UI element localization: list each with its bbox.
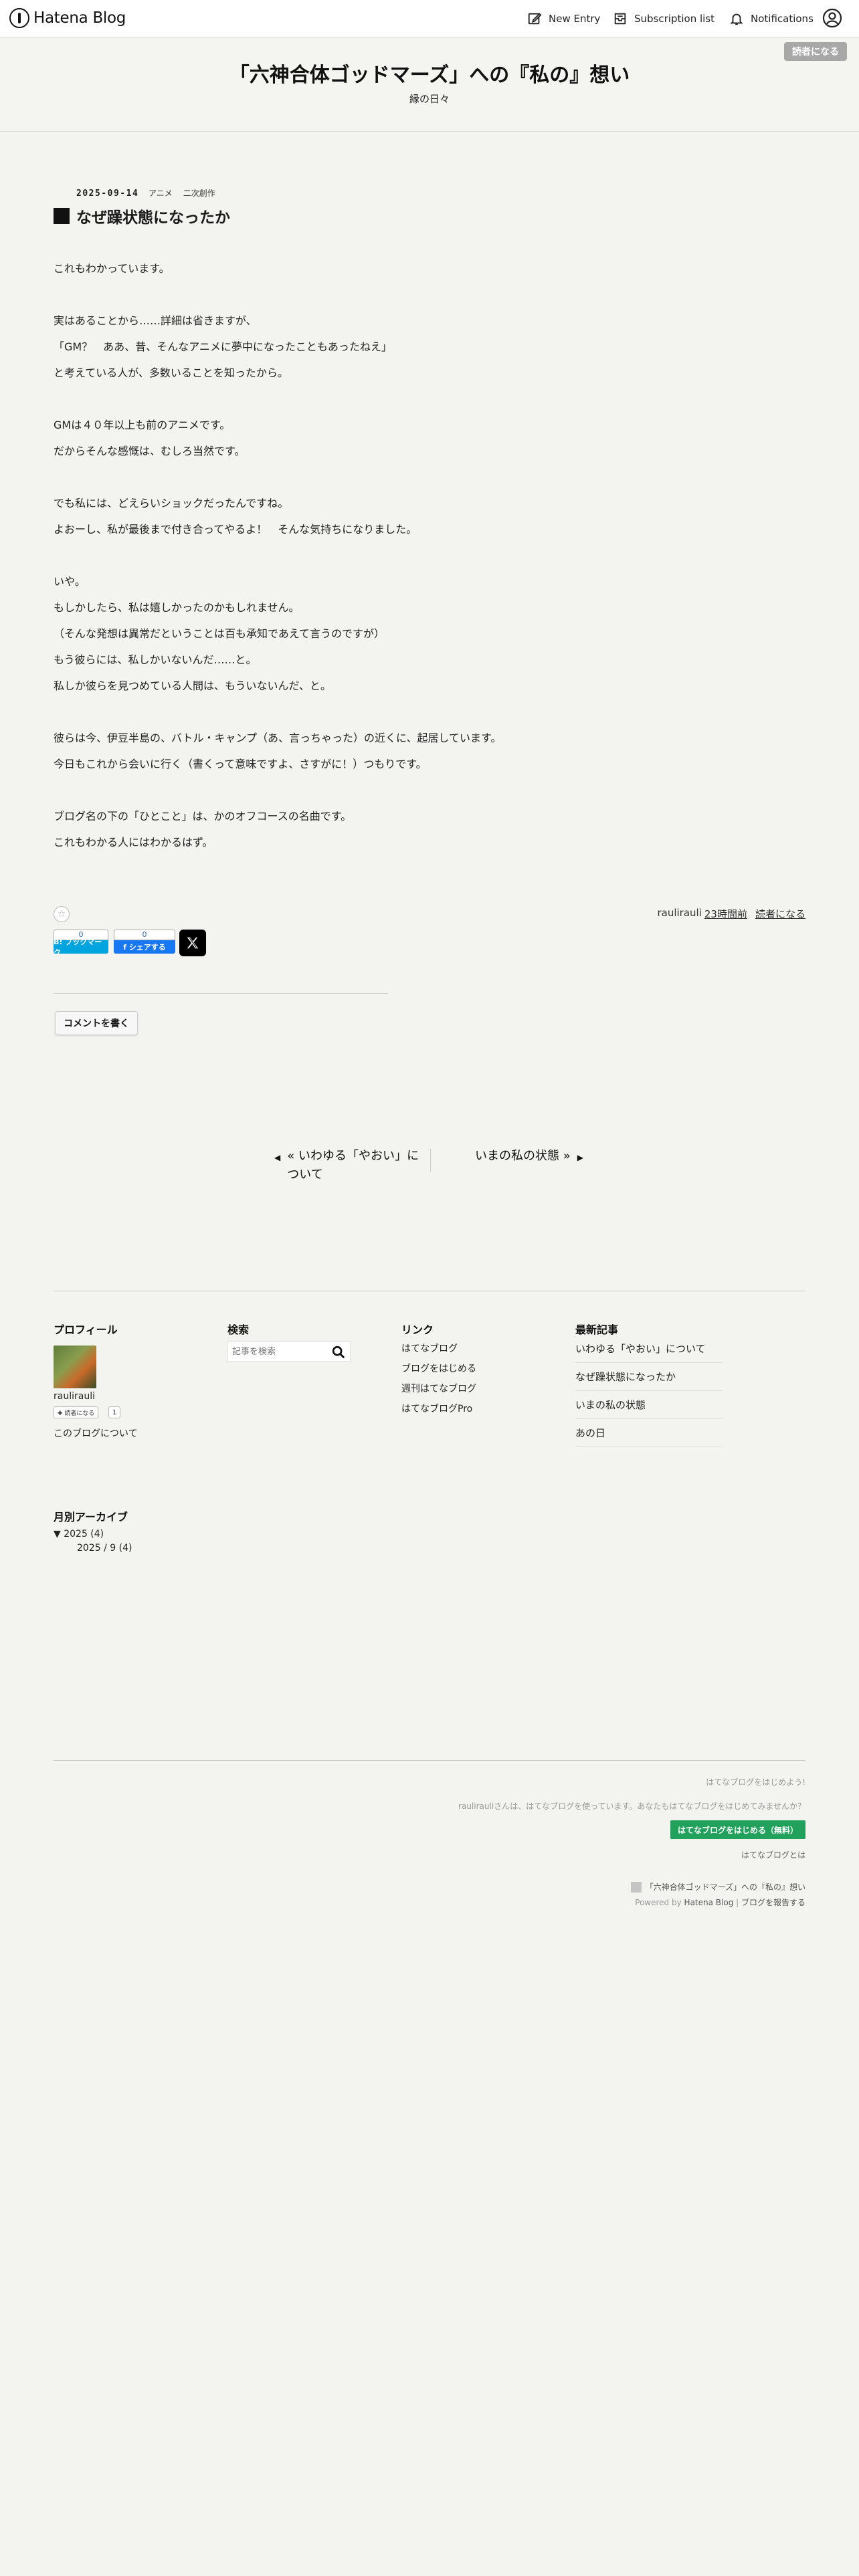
powered-by: Powered by Hatena Blog | ブログを報告する bbox=[635, 1898, 805, 1907]
sidebar-link-hatena-blog[interactable]: はてなブログ bbox=[401, 1341, 458, 1355]
entry-paragraph-line: GMは４０年以上も前のアニメです。 bbox=[54, 419, 231, 431]
entry-paragraph-line: 彼らは今、伊豆半島の、バトル・キャンプ（あ、言っちゃった）の近くに、起居していま… bbox=[54, 732, 502, 744]
sidebar-link-weekly[interactable]: 週刊はてなブログ bbox=[401, 1382, 476, 1395]
start-blog-button[interactable]: はてなブログをはじめる（無料） bbox=[670, 1820, 805, 1839]
archive-year-toggle[interactable]: ▼ 2025 (4) bbox=[54, 1529, 104, 1539]
blog-header: 読者になる 「六神合体ゴッドマーズ」への『私の』想い 縁の日々 bbox=[0, 38, 859, 132]
user-avatar-icon[interactable] bbox=[822, 8, 842, 28]
entry-paragraph-line: 私しか彼らを見つめている人間は、もういないんだ、と。 bbox=[54, 679, 332, 692]
new-entry-label: New Entry bbox=[549, 13, 601, 25]
x-share-button[interactable] bbox=[179, 930, 206, 956]
entry-paragraph-line: ブログ名の下の「ひとこと」は、かのオフコースの名曲です。 bbox=[54, 810, 352, 823]
author-name[interactable]: raulirauli bbox=[657, 907, 701, 921]
footer-divider bbox=[54, 1760, 805, 1761]
hatena-logo-icon bbox=[9, 8, 29, 28]
recent-entry-link[interactable]: あの日 bbox=[575, 1426, 723, 1447]
x-logo-icon bbox=[187, 937, 199, 949]
entry-paragraph-line: と考えている人が、多数いることを知ったから。 bbox=[54, 366, 288, 379]
bell-icon bbox=[730, 13, 743, 25]
entry-paragraph-line: これもわかる人にはわかるはず。 bbox=[54, 836, 213, 849]
pager-separator bbox=[430, 1149, 431, 1172]
comment-divider bbox=[54, 993, 388, 994]
recent-module-title: 最新記事 bbox=[575, 1323, 619, 1336]
entry-categories: アニメ 二次創作 bbox=[149, 187, 215, 199]
add-star-button[interactable]: ☆ bbox=[54, 906, 70, 922]
entry-paragraph-line: 今日もこれから会いに行く（書くって意味ですよ、さすがに！）つもりです。 bbox=[54, 758, 427, 770]
entry-title-text: なぜ躁状態になったか bbox=[76, 209, 230, 227]
blog-title[interactable]: 「六神合体ゴッドマーズ」への『私の』想い bbox=[0, 58, 859, 88]
entry-author-line: raulirauli 23時間前 読者になる bbox=[657, 907, 805, 921]
entry-paragraph-line: （そんな発想は異常だということは百も承知であえて言うのですが） bbox=[54, 627, 385, 640]
hatena-blog-logo[interactable]: Hatena Blog bbox=[9, 8, 126, 28]
search-icon[interactable] bbox=[331, 1345, 346, 1360]
recent-entry-link[interactable]: いわゆる「やおい」について bbox=[575, 1341, 723, 1363]
profile-follow-button[interactable]: ✚ 読者になる bbox=[54, 1406, 99, 1418]
sidebar-link-pro[interactable]: はてなブログPro bbox=[401, 1402, 472, 1415]
recent-entry-link[interactable]: なぜ躁状態になったか bbox=[575, 1370, 723, 1391]
category-link[interactable]: アニメ bbox=[149, 187, 173, 199]
subscribe-link[interactable]: 読者になる bbox=[755, 907, 805, 921]
top-navbar: Hatena Blog New Entry Subscription list … bbox=[0, 0, 859, 37]
triangle-right-icon: ▶ bbox=[577, 1153, 583, 1162]
sidebar-link-start-blog[interactable]: ブログをはじめる bbox=[401, 1362, 476, 1375]
entry-paragraph-line: もう彼らには、私しかいないんだ……と。 bbox=[54, 653, 257, 666]
entry-date[interactable]: 2025-09-14 bbox=[76, 189, 138, 199]
footer-blog-title: 「六神合体ゴッドマーズ」への『私の』想い bbox=[645, 1883, 805, 1892]
entry-paragraph-line: これもわかっています。 bbox=[54, 262, 170, 275]
facebook-share-button[interactable]: 0 f シェアする bbox=[114, 930, 175, 956]
profile-module-title: プロフィール bbox=[54, 1323, 118, 1336]
subscription-list-label: Subscription list bbox=[634, 13, 714, 25]
about-blog-link[interactable]: このブログについて bbox=[54, 1426, 138, 1440]
pager-next-label: いまの私の状態 » bbox=[475, 1149, 571, 1163]
search-input[interactable] bbox=[228, 1342, 328, 1361]
entry-paragraph-line: だからそんな感慨は、むしろ当然です。 bbox=[54, 445, 246, 457]
profile-name[interactable]: raulirauli bbox=[54, 1391, 95, 1402]
bookmark-label: B! ブックマーク bbox=[54, 938, 108, 957]
write-comment-button[interactable]: コメントを書く bbox=[55, 1011, 138, 1035]
report-blog-link[interactable]: ブログを報告する bbox=[741, 1898, 805, 1907]
pager-prev[interactable]: ◀ « いわゆる「やおい」について bbox=[274, 1147, 428, 1184]
blog-description: 縁の日々 bbox=[409, 93, 450, 105]
title-square-icon bbox=[54, 208, 70, 224]
facebook-label: f シェアする bbox=[114, 940, 175, 954]
archive-month-link[interactable]: 2025 / 9 (4) bbox=[77, 1543, 132, 1553]
logo-text: Hatena Blog bbox=[33, 9, 126, 27]
footer-prompt: はてなブログをはじめよう! bbox=[706, 1778, 805, 1787]
notifications-link[interactable]: Notifications bbox=[729, 9, 814, 28]
entry-time[interactable]: 23時間前 bbox=[704, 907, 747, 921]
star-icon: ☆ bbox=[57, 909, 66, 920]
blog-favicon-icon bbox=[630, 1881, 642, 1893]
powered-prefix: Powered by bbox=[635, 1898, 682, 1907]
entry-paragraph-line: でも私には、どえらいショックだったんですね。 bbox=[54, 497, 289, 510]
archive-module-title: 月別アーカイブ bbox=[54, 1511, 128, 1523]
profile-avatar[interactable] bbox=[54, 1346, 96, 1388]
profile-follow-count[interactable]: 1 bbox=[108, 1406, 120, 1418]
inbox-icon bbox=[614, 13, 626, 25]
pager-next[interactable]: いまの私の状態 » ▶ bbox=[475, 1147, 583, 1167]
entry-paragraph-line: 「GM？ ああ、昔、そんなアニメに夢中になったこともあったねえ」 bbox=[54, 340, 392, 353]
hatena-bookmark-button[interactable]: 0 B! ブックマーク bbox=[54, 930, 108, 957]
about-hatena-blog-link[interactable]: はてなブログとは bbox=[741, 1849, 805, 1860]
pencil-icon bbox=[528, 13, 542, 25]
entry-paragraph-line: もしかしたら、私は嬉しかったのかもしれません。 bbox=[54, 601, 300, 614]
links-module-title: リンク bbox=[401, 1323, 434, 1336]
entry-paragraph-line: いや。 bbox=[54, 575, 86, 588]
triangle-left-icon: ◀ bbox=[274, 1153, 281, 1162]
search-box bbox=[227, 1341, 351, 1362]
facebook-count: 0 bbox=[114, 930, 175, 940]
category-link[interactable]: 二次創作 bbox=[183, 187, 215, 199]
subscription-list-link[interactable]: Subscription list bbox=[613, 9, 714, 28]
new-entry-link[interactable]: New Entry bbox=[527, 9, 600, 28]
notifications-label: Notifications bbox=[751, 13, 814, 25]
entry-paragraph-line: 実はあることから……詳細は省きますが、 bbox=[54, 314, 257, 327]
search-module-title: 検索 bbox=[227, 1323, 250, 1336]
powered-hatena-blog-link[interactable]: Hatena Blog bbox=[684, 1898, 734, 1907]
footer-blog-name[interactable]: 「六神合体ゴッドマーズ」への『私の』想い bbox=[630, 1881, 805, 1893]
entry-paragraph-line: よおーし、私が最後まで付き合ってやるよ！ そんな気持ちになりました。 bbox=[54, 523, 417, 536]
footer-invite: raulirauliさんは、はてなブログを使っています。あなたもはてなブログをは… bbox=[458, 1802, 805, 1811]
pager-prev-label: « いわゆる「やおい」について bbox=[287, 1149, 419, 1182]
recent-entry-link[interactable]: いまの私の状態 bbox=[575, 1398, 723, 1419]
entry-title[interactable]: なぜ躁状態になったか bbox=[54, 205, 230, 227]
